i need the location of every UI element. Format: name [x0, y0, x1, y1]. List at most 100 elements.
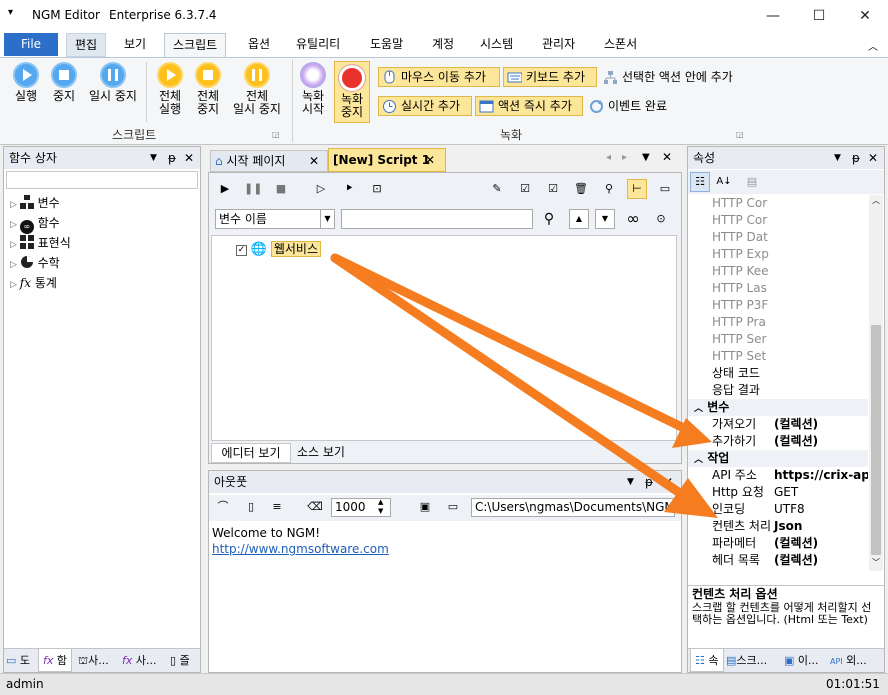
tab-script[interactable]: 스크립트 — [164, 33, 227, 58]
record-start-button[interactable]: 녹화 시작 — [294, 62, 332, 120]
add-action-now-button[interactable]: 액션 즉시 추가 — [475, 96, 583, 116]
prop-http-row[interactable]: HTTP Pra — [688, 314, 868, 331]
close-tab-icon[interactable]: ✕ — [425, 149, 435, 171]
monitor-icon[interactable]: ▭ — [655, 179, 675, 199]
prop-http-row[interactable]: HTTP Las — [688, 280, 868, 297]
pane-menu-icon[interactable]: ▼ — [627, 471, 634, 493]
tree-item-function[interactable]: ▷ ∞ 함수 — [10, 213, 71, 234]
quick-access-icon[interactable]: ▾ — [8, 7, 13, 18]
more-icon[interactable]: ⊙ — [651, 209, 671, 229]
editor-view-tab[interactable]: 에디터 보기 — [211, 443, 291, 463]
pin-icon[interactable]: ᵽ — [852, 147, 860, 169]
bottom-tab-3[interactable]: ⛫사... — [78, 652, 109, 669]
prop-api-address[interactable]: API 주소 https://crix-ap — [688, 467, 868, 484]
folder-open-icon[interactable]: ▭ — [443, 497, 463, 517]
tab-edit[interactable]: 편집 — [66, 33, 107, 57]
prop-http-request[interactable]: Http 요청 GET — [688, 484, 868, 501]
variable-name-select[interactable]: 변수 이름 ▼ — [215, 209, 335, 229]
category-task[interactable]: ︿ 작업 — [688, 450, 868, 467]
pause-all-button[interactable]: 전체 일시 중지 — [226, 62, 288, 120]
check-all-icon[interactable]: ☑ — [515, 179, 535, 199]
tab-script-list[interactable]: ▤스크... — [726, 652, 767, 668]
bottom-tab-5[interactable]: ▯ 즐 — [170, 652, 190, 668]
prop-http-row[interactable]: HTTP Dat — [688, 229, 868, 246]
step-into-icon[interactable]: ⊡ — [367, 179, 387, 199]
add-realtime-button[interactable]: 실시간 추가 — [378, 96, 472, 116]
tree-item-expression[interactable]: ▷ 표현식 — [10, 233, 71, 253]
prop-header-list[interactable]: 헤더 목록 (컬렉션) — [688, 552, 868, 569]
close-window-button[interactable]: ✕ — [842, 0, 888, 32]
property-pages-icon[interactable]: ▤ — [742, 172, 762, 192]
tab-options[interactable]: 옵션 — [240, 33, 278, 57]
bottom-tab-2[interactable]: fx 함 — [38, 649, 73, 672]
categorized-icon[interactable]: ☷ — [690, 172, 710, 192]
delete-icon[interactable]: 🗑 — [571, 179, 591, 199]
prop-http-row[interactable]: HTTP Cor — [688, 195, 868, 212]
tree-item-math[interactable]: ▷ 수학 — [10, 253, 71, 273]
tab-external[interactable]: API 외... — [830, 652, 867, 668]
prop-response-result[interactable]: 응답 결과 — [688, 382, 868, 399]
prop-http-row[interactable]: HTTP Kee — [688, 263, 868, 280]
prop-http-row[interactable]: HTTP Cor — [688, 212, 868, 229]
search-icon[interactable]: ⚲ — [539, 209, 559, 229]
scroll-up-icon[interactable]: ︿ — [869, 195, 883, 206]
prop-encoding[interactable]: 인코딩 UTF8 — [688, 501, 868, 518]
tab-left-icon[interactable]: ◂ — [606, 152, 611, 163]
bottom-tab-4[interactable]: fx 사... — [122, 652, 157, 668]
close-pane-icon[interactable]: ✕ — [868, 147, 878, 169]
record-stop-button[interactable]: 녹화 중지 — [334, 61, 370, 123]
infinity-icon[interactable]: ∞ — [623, 209, 643, 229]
pin-icon[interactable]: ᵽ — [645, 471, 653, 493]
stop-icon[interactable]: ■ — [271, 179, 291, 199]
tab-start-page[interactable]: ⌂ 시작 페이지 ✕ — [210, 150, 328, 172]
close-pane-icon[interactable]: ✕ — [184, 147, 194, 169]
prop-http-row[interactable]: HTTP Ser — [688, 331, 868, 348]
scroll-thumb[interactable] — [871, 325, 881, 555]
add-mouse-move-button[interactable]: 마우스 이동 추가 — [378, 67, 500, 87]
check-icon[interactable]: ☑ — [543, 179, 563, 199]
prop-content-processing[interactable]: 컨텐츠 처리 Json — [688, 518, 868, 535]
pane-menu-icon[interactable]: ▼ — [834, 147, 841, 169]
stop-button[interactable]: 중지 — [40, 62, 88, 120]
add-in-action-button[interactable]: 선택한 액션 안에 추가 — [599, 67, 749, 87]
collapse-ribbon-icon[interactable]: ︿ — [868, 38, 878, 53]
pane-menu-icon[interactable]: ▼ — [150, 147, 157, 169]
add-keyboard-button[interactable]: 키보드 추가 — [503, 67, 597, 87]
eraser-icon[interactable]: ⌫ — [305, 497, 325, 517]
tab-new-script[interactable]: [New] Script 1 ✕ — [328, 148, 446, 172]
search-icon[interactable]: ⚲ — [599, 179, 619, 199]
tree-view-icon[interactable]: ⊢ — [627, 179, 647, 199]
page-search-icon[interactable]: ▯ — [241, 497, 261, 517]
bottom-tab-1[interactable]: ▭ 도 — [6, 652, 30, 668]
record-dialog-launcher-icon[interactable]: ◲ — [736, 130, 744, 139]
source-view-tab[interactable]: 소스 보기 — [291, 443, 351, 463]
dialog-launcher-icon[interactable]: ◲ — [272, 130, 280, 139]
close-tab-icon[interactable]: ✕ — [309, 151, 319, 171]
function-search-input[interactable] — [6, 171, 198, 189]
web-service-node[interactable]: ✓ 🌐 웹서비스 — [236, 240, 322, 258]
minimize-button[interactable]: — — [750, 0, 796, 32]
tab-admin[interactable]: 관리자 — [534, 33, 583, 57]
up-icon[interactable]: ▲ — [569, 209, 589, 229]
alphabetical-icon[interactable]: A↓ — [714, 172, 734, 192]
prop-http-row[interactable]: HTTP Exp — [688, 246, 868, 263]
close-pane-icon[interactable]: ✕ — [663, 471, 673, 493]
step-over-icon[interactable]: ⯈ — [339, 179, 359, 199]
tab-right-icon[interactable]: ▸ — [622, 152, 627, 163]
scroll-down-icon[interactable]: ﹀ — [869, 557, 883, 568]
property-scrollbar[interactable]: ︿ ﹀ — [869, 195, 883, 571]
tree-item-variable[interactable]: ▷ 변수 — [10, 193, 71, 213]
prop-fetch[interactable]: 가져오기 (컬렉션) — [688, 416, 868, 433]
line-count-stepper[interactable]: 1000 ▲ ▼ — [331, 498, 391, 517]
maximize-button[interactable]: ☐ — [796, 0, 842, 32]
log-path-field[interactable]: C:\Users\ngmas\Documents\NGM\ — [471, 498, 675, 517]
tab-properties[interactable]: ☷ 속 — [690, 649, 724, 672]
event-complete-button[interactable]: 이벤트 완료 — [585, 96, 685, 116]
tree-item-statistics[interactable]: ▷ 𝑓x 통계 — [10, 273, 71, 293]
tab-account[interactable]: 계정 — [424, 33, 462, 57]
tab-utility[interactable]: 유틸리티 — [288, 33, 348, 57]
variable-search-input[interactable] — [341, 209, 533, 229]
tab-system[interactable]: 시스템 — [472, 33, 521, 57]
prop-add[interactable]: 추가하기 (컬렉션) — [688, 433, 868, 450]
node-checkbox[interactable]: ✓ — [236, 245, 247, 256]
